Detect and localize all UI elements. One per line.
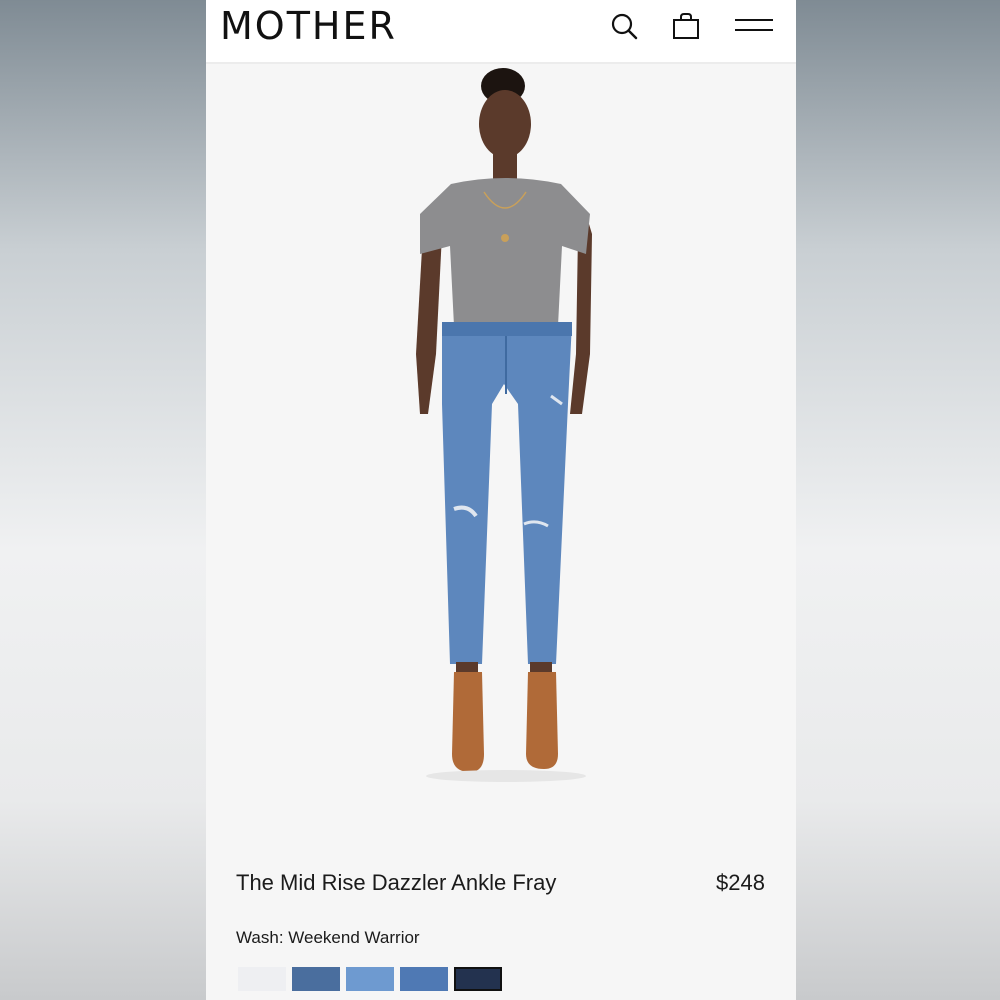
blurred-backdrop-right <box>796 0 1000 1000</box>
cart-button[interactable] <box>666 8 706 44</box>
swatch-medium-blue-wash[interactable] <box>400 967 448 991</box>
product-photo[interactable] <box>206 64 796 844</box>
search-button[interactable] <box>604 8 644 44</box>
model-illustration <box>416 68 592 782</box>
brand-logo[interactable]: MOTHER <box>220 4 397 48</box>
swatch-light-blue-wash[interactable] <box>346 967 394 991</box>
menu-button[interactable] <box>732 8 776 44</box>
wash-swatch-list <box>238 967 502 991</box>
shopping-bag-icon <box>673 13 699 39</box>
swatch-white-wash[interactable] <box>238 967 286 991</box>
menu-icon <box>735 19 773 31</box>
product-title: The Mid Rise Dazzler Ankle Fray <box>236 870 557 895</box>
swatch-indigo-wash[interactable] <box>454 967 502 991</box>
site-header: MOTHER <box>206 0 796 64</box>
wash-label: Wash: Weekend Warrior <box>236 928 420 947</box>
search-icon <box>611 13 638 40</box>
product-price: $248 <box>716 870 765 895</box>
swatch-dark-blue-wash[interactable] <box>292 967 340 991</box>
product-page: MOTHER The Mid Rise Dazzler Ankle Fray $… <box>206 0 796 1000</box>
